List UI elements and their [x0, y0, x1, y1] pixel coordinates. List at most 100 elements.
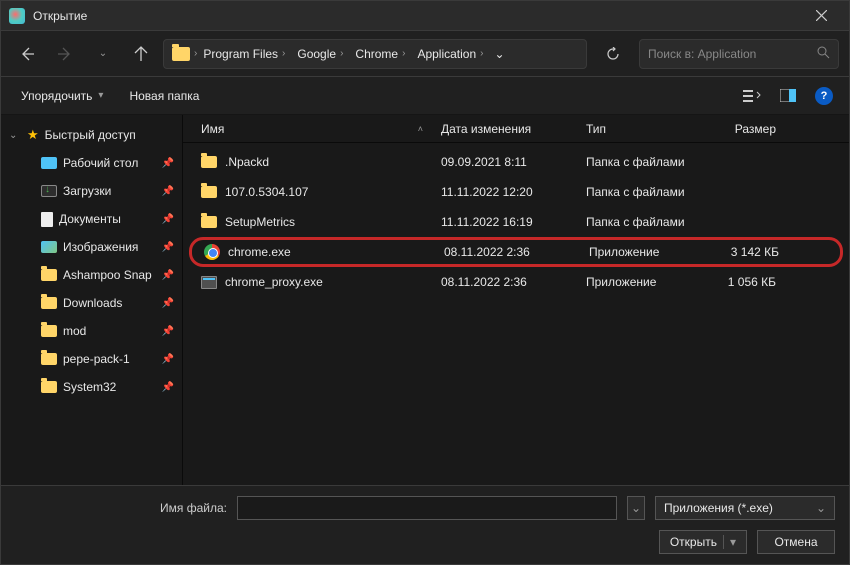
folder-icon [41, 325, 57, 337]
toolbar: Упорядочить ▾ Новая папка ? [1, 77, 849, 115]
folder-icon [201, 216, 217, 228]
file-row[interactable]: 107.0.5304.107 11.11.2022 12:20 Папка с фа… [183, 177, 849, 207]
file-row[interactable]: chrome.exe08.11.2022 2:36Приложение3 142… [189, 237, 843, 267]
pictures-icon [41, 241, 57, 253]
file-size: 3 142 КБ [731, 245, 779, 259]
view-icon [743, 89, 761, 103]
quick-access[interactable]: ⌄ ★ Быстрый доступ [1, 121, 182, 149]
refresh-icon [606, 47, 620, 61]
document-icon [41, 212, 53, 227]
preview-button[interactable] [775, 83, 801, 109]
sidebar-item[interactable]: System32📌 [1, 373, 182, 401]
open-button[interactable]: Открыть ▾ [659, 530, 747, 554]
folder-icon [201, 156, 217, 168]
breadcrumb[interactable]: Program Files› [197, 40, 291, 68]
folder-icon [41, 381, 57, 393]
window-title: Открытие [33, 9, 801, 23]
file-name: chrome_proxy.exe [225, 275, 323, 289]
sidebar-item[interactable]: Загрузки📌 [1, 177, 182, 205]
col-size[interactable]: Размер [698, 115, 788, 142]
breadcrumb[interactable]: Application› [411, 40, 489, 68]
file-date: 11.11.2022 16:19 [441, 215, 533, 229]
file-date: 11.11.2022 12:20 [441, 185, 533, 199]
filename-history-dropdown[interactable]: ⌄ [627, 496, 645, 520]
chevron-down-icon: ⌄ [494, 47, 504, 61]
titlebar: Открытие [1, 1, 849, 31]
file-row[interactable]: chrome_proxy.exe08.11.2022 2:36Приложени… [183, 267, 849, 297]
new-folder-label: Новая папка [129, 89, 199, 103]
up-button[interactable] [125, 38, 157, 70]
pin-icon: 📌 [162, 354, 174, 365]
address-bar[interactable]: › Program Files›Google›Chrome›Applicatio… [163, 39, 587, 69]
file-type: Папка с файлами [586, 155, 685, 169]
sidebar-item[interactable]: mod📌 [1, 317, 182, 345]
cancel-button[interactable]: Отмена [757, 530, 835, 554]
column-headers: Имя˄ Дата изменения Тип Размер [183, 115, 849, 143]
pin-icon: 📌 [162, 298, 174, 309]
pin-icon: 📌 [162, 242, 174, 253]
col-type[interactable]: Тип [578, 115, 698, 142]
folder-icon [41, 297, 57, 309]
footer: Имя файла: ⌄ Приложения (*.exe) ⌄ Открыт… [1, 485, 849, 564]
folder-icon [41, 269, 57, 281]
file-row[interactable]: SetupMetrics11.11.2022 16:19Папка с файл… [183, 207, 849, 237]
sidebar-item[interactable]: Документы📌 [1, 205, 182, 233]
cancel-label: Отмена [774, 535, 817, 549]
chevron-down-icon: ⌄ [99, 48, 107, 59]
sidebar-item[interactable]: Изображения📌 [1, 233, 182, 261]
pin-icon: 📌 [162, 158, 174, 169]
file-type: Папка с файлами [586, 215, 685, 229]
file-size: 1 056 КБ [728, 275, 776, 289]
arrow-right-icon [57, 46, 73, 62]
downloads-icon [41, 185, 57, 197]
col-date[interactable]: Дата изменения [433, 115, 578, 142]
view-button[interactable] [739, 83, 765, 109]
filter-dropdown[interactable]: Приложения (*.exe) ⌄ [655, 496, 835, 520]
recent-dropdown[interactable]: ⌄ [87, 38, 119, 70]
file-name: .Npackd [225, 155, 269, 169]
chevron-down-icon: ▾ [98, 90, 103, 101]
quick-access-label: Быстрый доступ [45, 128, 136, 142]
refresh-button[interactable] [597, 38, 629, 70]
sidebar-item[interactable]: Ashampoo Snap📌 [1, 261, 182, 289]
col-name[interactable]: Имя˄ [193, 115, 433, 142]
open-label: Открыть [670, 535, 717, 549]
forward-button[interactable] [49, 38, 81, 70]
sidebar-item[interactable]: Downloads📌 [1, 289, 182, 317]
close-button[interactable] [801, 1, 841, 31]
chevron-right-icon: › [282, 48, 285, 59]
preview-icon [780, 89, 796, 102]
help-button[interactable]: ? [811, 83, 837, 109]
file-dialog: Открытие ⌄ › Program Files›Google›Chrome… [0, 0, 850, 565]
organize-button[interactable]: Упорядочить ▾ [13, 85, 111, 107]
body: ⌄ ★ Быстрый доступ Рабочий стол📌Загрузки… [1, 115, 849, 485]
search-input[interactable]: Поиск в: Application [639, 39, 839, 69]
back-button[interactable] [11, 38, 43, 70]
file-date: 09.09.2021 8:11 [441, 155, 527, 169]
file-name: 107.0.5304.107 [225, 185, 308, 199]
chevron-right-icon: › [480, 48, 483, 59]
filename-input[interactable] [237, 496, 617, 520]
file-name: chrome.exe [228, 245, 291, 259]
pin-icon: 📌 [162, 186, 174, 197]
file-type: Приложение [586, 275, 656, 289]
address-dropdown[interactable]: ⌄ [490, 47, 510, 61]
filename-label: Имя файла: [160, 501, 227, 515]
sort-indicator-icon: ˄ [418, 124, 423, 134]
file-type: Папка с файлами [586, 185, 685, 199]
file-date: 08.11.2022 2:36 [444, 245, 530, 259]
exe-icon [201, 276, 217, 289]
sidebar-item[interactable]: pepe-pack-1📌 [1, 345, 182, 373]
folder-icon [201, 186, 217, 198]
pin-icon: 📌 [162, 270, 174, 281]
chevron-right-icon: › [340, 48, 343, 59]
new-folder-button[interactable]: Новая папка [121, 85, 207, 107]
breadcrumb[interactable]: Google› [291, 40, 349, 68]
breadcrumb[interactable]: Chrome› [349, 40, 411, 68]
filter-label: Приложения (*.exe) [664, 501, 773, 515]
file-list: Имя˄ Дата изменения Тип Размер .Npackd 09… [183, 115, 849, 485]
navbar: ⌄ › Program Files›Google›Chrome›Applicat… [1, 31, 849, 77]
file-row[interactable]: .Npackd 09.09.2021 8:11 Папка с файлами [183, 147, 849, 177]
sidebar-item[interactable]: Рабочий стол📌 [1, 149, 182, 177]
folder-icon [172, 47, 190, 61]
